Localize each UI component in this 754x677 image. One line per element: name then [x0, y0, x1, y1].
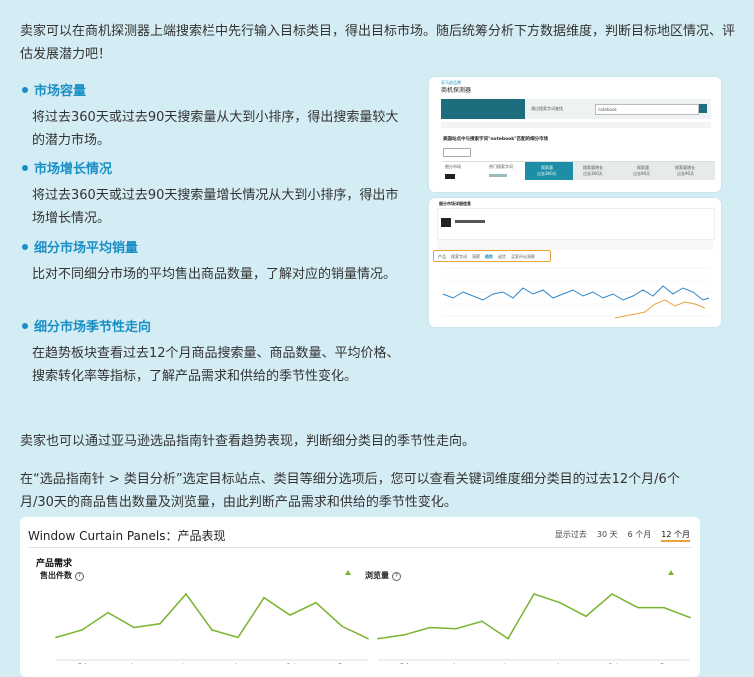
data-point: [429, 626, 431, 629]
data-point: [689, 616, 691, 619]
series-line: [377, 593, 691, 640]
trend-up-icon: [668, 570, 674, 575]
product-thumbnail: [445, 174, 455, 179]
page-views-chart: FebAprJunAugOctDec: [377, 593, 691, 664]
units-sold-label: 售出件数?: [40, 570, 84, 581]
screenshot-niche-heading: 细分市场详细信息: [439, 201, 471, 206]
bullet-dot-icon: [22, 244, 28, 250]
screenshot-filter-button: [443, 148, 471, 157]
screenshot-niche-trends: 细分市场详细信息 产品 搜索字词 洞察 趋势 退货 买家评论洞察: [429, 198, 721, 327]
data-point: [637, 606, 639, 609]
screenshot-opportunity-explorer: 亚马逊品牌 商机探测器 通过搜索字词查找 notebook 美国站点中与搜索字词…: [429, 77, 721, 192]
section-title-demand: 产品需求: [36, 559, 73, 569]
product-thumbnail: [441, 218, 451, 227]
data-point: [185, 593, 187, 595]
data-point: [481, 620, 483, 623]
data-point: [559, 601, 561, 604]
category-analysis-paragraph: 在“选品指南针 > 类目分析”选定目标站点、类目等细分选项后，您可以查看关键词维…: [20, 472, 680, 510]
data-point: [341, 625, 343, 628]
divider: [28, 547, 692, 548]
range-6-months[interactable]: 6 个月: [628, 529, 652, 542]
range-30-days[interactable]: 30 天: [597, 529, 618, 542]
screenshot-search-box: 通过搜索字词查找 notebook: [525, 99, 711, 119]
data-point: [377, 637, 379, 640]
data-point: [315, 601, 317, 604]
screenshot-trend-chart: [442, 267, 710, 319]
data-point: [211, 629, 213, 631]
data-point: [81, 629, 83, 631]
card-title: Window Curtain Panels：产品表现: [28, 529, 226, 543]
help-icon[interactable]: ?: [75, 572, 84, 581]
intro-paragraph: 卖家可以在商机探测器上端搜索栏中先行输入目标类目，得出目标市场。随后统筹分析下方…: [20, 24, 736, 62]
data-point: [159, 622, 161, 625]
screenshot-table: 细分市场 热门搜索字词 搜索量 过去360天 搜索量增长 过去360天 搜索量 …: [443, 161, 715, 188]
data-point: [237, 636, 239, 639]
data-point: [403, 634, 405, 636]
range-12-months[interactable]: 12 个月: [661, 529, 690, 542]
bullet-title-market-size: 市场容量: [22, 80, 86, 99]
screenshot-tab-bar: 产品 搜索字词 洞察 趋势 退货 买家评论洞察: [433, 250, 551, 262]
bullet-title-market-growth: 市场增长情况: [22, 158, 112, 177]
trend-up-icon: [345, 570, 351, 575]
bullet-dot-icon: [22, 323, 28, 329]
data-point: [585, 615, 587, 618]
series-line: [55, 592, 369, 640]
page-views-label: 浏览量?: [365, 570, 401, 581]
bullet-title-seasonality: 细分市场季节性走向: [22, 316, 151, 335]
compass-paragraph: 卖家也可以通过亚马逊选品指南针查看趋势表现，判断细分类目的季节性走向。: [20, 434, 476, 449]
time-range-selector: 显示过去 30 天 6 个月 12 个月: [555, 529, 690, 542]
data-point: [55, 636, 57, 639]
data-point: [663, 606, 665, 609]
bullet-title-avg-sales: 细分市场平均销量: [22, 237, 138, 256]
screenshot-result-title: 美国站点中与搜索字词"notebook"匹配的细分市场: [443, 137, 549, 142]
data-point: [611, 593, 613, 595]
data-point: [533, 593, 535, 595]
screenshot-search-banner: [441, 99, 525, 119]
bullet-body-market-growth: 将过去360天或过去90天搜索量增长情况从大到小排序，得出市场增长情况。: [32, 188, 399, 226]
bullet-body-avg-sales: 比对不同细分市场的平均售出商品数量，了解对应的销量情况。: [32, 267, 397, 282]
range-label: 显示过去: [554, 530, 587, 539]
search-icon: [699, 104, 707, 113]
product-thumbnail: [489, 174, 507, 177]
data-point: [133, 626, 135, 629]
bullet-dot-icon: [22, 87, 28, 93]
units-sold-chart: FebAprJunAugOctDec: [55, 592, 369, 664]
data-point: [107, 611, 109, 614]
bullet-body-market-size: 将过去360天或过去90天搜索量从大到小排序，得出搜索量较大的潜力市场。: [32, 110, 399, 148]
screenshot-heading: 商机探测器: [441, 87, 472, 94]
data-point: [455, 627, 457, 630]
data-point: [263, 596, 265, 599]
help-icon[interactable]: ?: [392, 572, 401, 581]
data-point: [367, 637, 369, 640]
data-point: [507, 637, 509, 640]
bullet-body-seasonality: 在趋势板块查看过去12个月商品搜索量、商品数量、平均价格、搜索转化率等指标，了解…: [32, 346, 400, 384]
product-performance-card: Window Curtain Panels：产品表现 显示过去 30 天 6 个…: [20, 517, 700, 677]
data-point: [289, 614, 291, 616]
bullet-dot-icon: [22, 165, 28, 171]
